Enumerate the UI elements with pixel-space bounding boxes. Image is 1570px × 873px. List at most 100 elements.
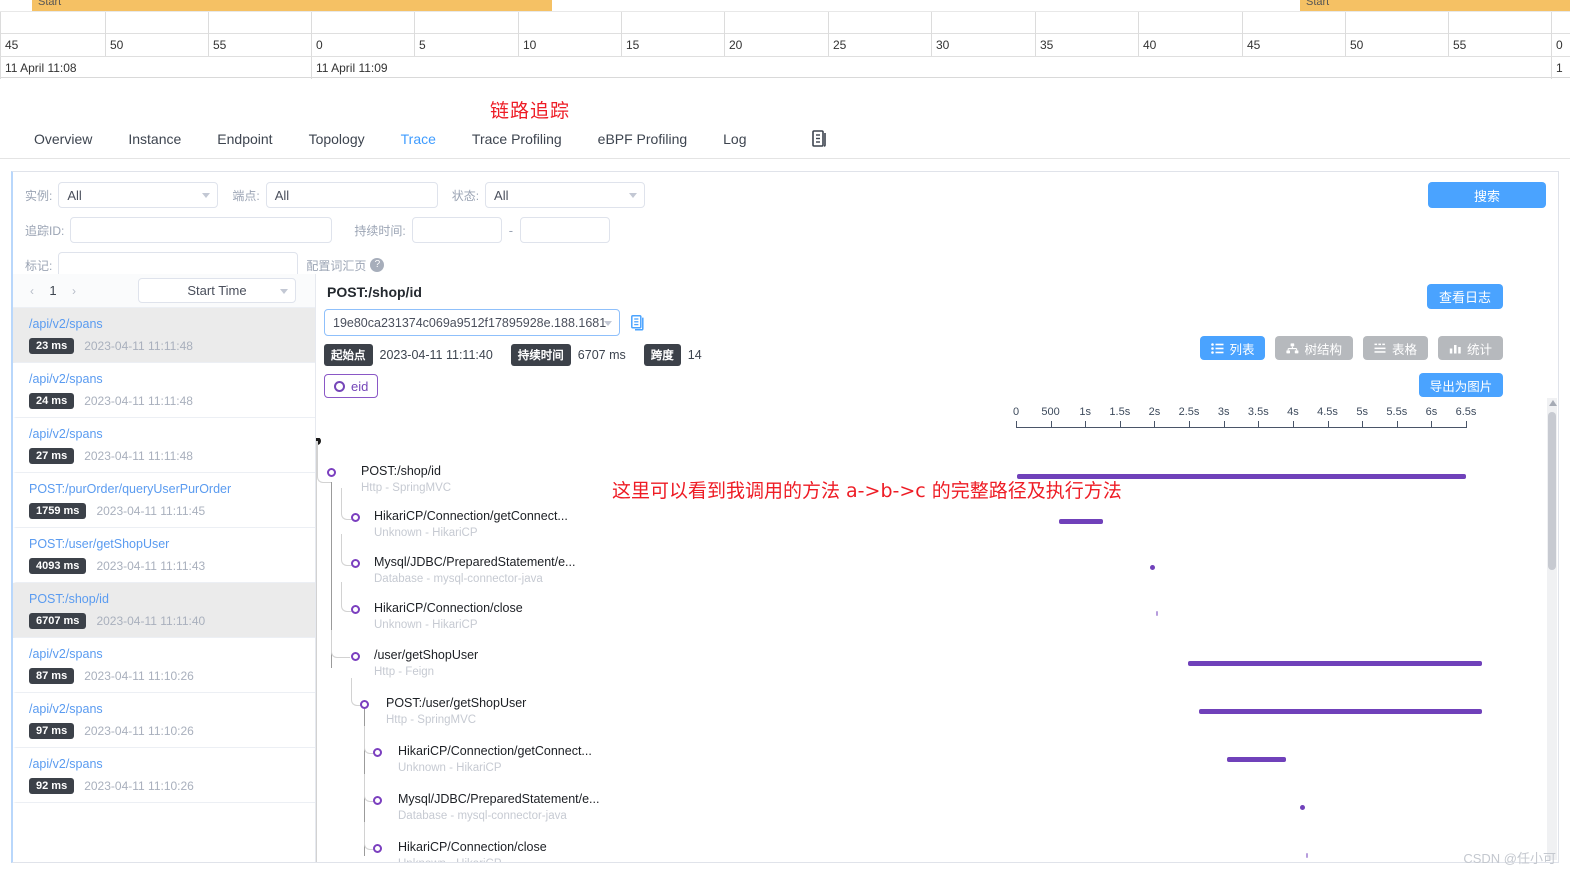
span-bar[interactable]: [1199, 709, 1482, 714]
page-number-1[interactable]: 1: [43, 283, 63, 298]
copy-pages-icon[interactable]: [811, 129, 829, 149]
list-item[interactable]: /api/v2/spans 92 ms 2023-04-11 11:10:26: [13, 748, 315, 803]
watermark: CSDN @任小可: [1463, 851, 1556, 866]
span-row[interactable]: HikariCP/Connection/getConnect... Unknow…: [316, 726, 1542, 774]
span-dot: [360, 700, 369, 709]
trace-item-time: 2023-04-11 11:11:43: [96, 559, 206, 573]
tab-instance[interactable]: Instance: [110, 131, 199, 147]
endpoint-input[interactable]: All: [265, 182, 438, 208]
page-title: POST:/shop/id: [327, 284, 422, 300]
search-button[interactable]: 搜索: [1428, 182, 1546, 208]
trace-list[interactable]: /api/v2/spans 23 ms 2023-04-11 11:11:48 …: [13, 308, 315, 862]
duration-min-input[interactable]: [411, 217, 502, 243]
list-item[interactable]: /api/v2/spans 27 ms 2023-04-11 11:11:48: [13, 418, 315, 473]
trace-item-duration: 92 ms: [29, 778, 75, 794]
trace-item-duration: 97 ms: [29, 723, 75, 739]
prev-page-button[interactable]: ‹: [21, 280, 43, 302]
tab-trace[interactable]: Trace: [383, 131, 454, 147]
span-bar[interactable]: [1156, 611, 1158, 616]
span-bar[interactable]: [1150, 565, 1155, 570]
trace-item-name: POST:/purOrder/queryUserPurOrder: [29, 482, 232, 496]
view-mode-table[interactable]: 表格: [1362, 336, 1428, 360]
timeline-baseline: [1016, 427, 1466, 428]
traceid-input[interactable]: [70, 217, 333, 243]
duration-tag-value: 6707 ms: [577, 348, 626, 362]
view-mode-tree[interactable]: 树结构: [1275, 336, 1353, 360]
timeline-tick: 5.5s: [1386, 406, 1408, 418]
span-row[interactable]: HikariCP/Connection/close Unknown - Hika…: [316, 822, 1542, 862]
tree-connector: [331, 630, 350, 658]
span-bar[interactable]: [1188, 661, 1482, 666]
eid-tag-button[interactable]: eid: [324, 374, 379, 398]
duration-max-input[interactable]: [520, 217, 611, 243]
ruler-selection-bar-left[interactable]: Start: [32, 0, 552, 11]
tab-log[interactable]: Log: [705, 131, 764, 147]
timeline-tick: 6.5s: [1455, 406, 1477, 418]
chevron-down-icon: [604, 320, 612, 326]
span-bar[interactable]: [1306, 853, 1308, 858]
start-time-label: 起始点: [324, 344, 373, 366]
copy-icon[interactable]: [631, 314, 646, 331]
list-item-selected[interactable]: POST:/shop/id 6707 ms 2023-04-11 11:11:4…: [13, 583, 315, 638]
view-mode-stats-label: 统计: [1466, 342, 1492, 357]
help-icon[interactable]: ?: [370, 258, 385, 272]
view-log-button[interactable]: 查看日志: [1427, 284, 1503, 309]
list-item[interactable]: /api/v2/spans 23 ms 2023-04-11 11:11:48: [13, 308, 315, 363]
instance-select[interactable]: All: [58, 182, 219, 208]
list-item[interactable]: /api/v2/spans 97 ms 2023-04-11 11:10:26: [13, 693, 315, 748]
span-bar[interactable]: [1227, 757, 1286, 762]
list-item[interactable]: /api/v2/spans 24 ms 2023-04-11 11:11:48: [13, 363, 315, 418]
span-component: Http - SpringMVC: [386, 714, 477, 726]
trace-item-duration: 87 ms: [29, 668, 75, 684]
ruler-tick: 45: [0, 34, 18, 56]
endpoint-value: All: [274, 187, 290, 203]
span-row[interactable]: POST:/user/getShopUser Http - SpringMVC: [316, 678, 1542, 856]
scroll-up-icon[interactable]: [1549, 400, 1557, 406]
view-mode-stats[interactable]: 统计: [1437, 336, 1503, 360]
span-row[interactable]: Mysql/JDBC/PreparedStatement/e... Databa…: [316, 774, 1542, 822]
ruler-grid-row: [0, 12, 1570, 34]
tab-trace-profiling[interactable]: Trace Profiling: [454, 131, 580, 147]
span-dot: [351, 513, 360, 522]
tab-endpoint[interactable]: Endpoint: [199, 131, 290, 147]
timeline-tick: 1.5s: [1109, 406, 1131, 418]
list-item[interactable]: POST:/purOrder/queryUserPurOrder 1759 ms…: [13, 473, 315, 528]
timeline-axis: 0 500 1s 1.5s 2s 2.5s 3s 3.5s 4s 4.5s 5s…: [1013, 406, 1484, 432]
trace-id-select[interactable]: 19e80ca231374c069a9512f17895928e.188.168…: [324, 309, 620, 336]
tab-overview[interactable]: Overview: [16, 131, 110, 147]
vertical-scrollbar[interactable]: [1547, 398, 1557, 860]
ruler-tick: 10: [518, 34, 536, 56]
trace-item-duration: 6707 ms: [29, 613, 87, 629]
tag-label: 标记:: [25, 258, 53, 273]
start-time-value: 2023-04-11 11:11:40: [379, 348, 493, 362]
trace-item-duration: 23 ms: [29, 338, 75, 354]
span-row[interactable]: Mysql/JDBC/PreparedStatement/e... Databa…: [316, 534, 1542, 585]
view-mode-list[interactable]: 列表: [1200, 336, 1266, 360]
ruler-date-labels: 11 April 11:08 11 April 11:09 1: [0, 56, 1570, 79]
span-dot: [351, 559, 360, 568]
instance-label: 实例:: [25, 188, 53, 203]
span-count-label: 跨度: [643, 344, 681, 366]
span-row[interactable]: HikariCP/Connection/close Unknown - Hika…: [316, 582, 1542, 631]
next-page-button[interactable]: ›: [63, 280, 85, 302]
trace-item-name: POST:/shop/id: [29, 592, 109, 606]
span-row[interactable]: /user/getShopUser Http - Feign: [316, 630, 1542, 678]
span-bar[interactable]: [1300, 805, 1305, 810]
trace-item-time: 2023-04-11 11:10:26: [84, 724, 194, 738]
annotation-body: 这里可以看到我调用的方法 a->b->c 的完整路径及执行方法: [612, 480, 1122, 502]
timeline-tick: 6s: [1425, 406, 1438, 418]
sort-select[interactable]: Start Time: [138, 278, 296, 303]
config-vocabulary-link[interactable]: 配置词汇页 ?: [306, 257, 385, 274]
export-image-button[interactable]: 导出为图片: [1419, 373, 1503, 397]
tab-ebpf-profiling[interactable]: eBPF Profiling: [580, 131, 705, 147]
scrollbar-thumb[interactable]: [1548, 412, 1556, 570]
view-mode-list-label: 列表: [1229, 342, 1255, 357]
tab-topology[interactable]: Topology: [291, 131, 383, 147]
list-item[interactable]: /api/v2/spans 87 ms 2023-04-11 11:10:26: [13, 638, 315, 693]
list-item[interactable]: POST:/user/getShopUser 4093 ms 2023-04-1…: [13, 528, 315, 583]
ruler-selection-row: Start Start: [0, 0, 1570, 12]
ruler-tick: 50: [1345, 34, 1363, 56]
ruler-selection-bar-right[interactable]: Start: [1300, 0, 1570, 11]
status-select[interactable]: All: [485, 182, 646, 208]
span-bar[interactable]: [1059, 519, 1103, 524]
